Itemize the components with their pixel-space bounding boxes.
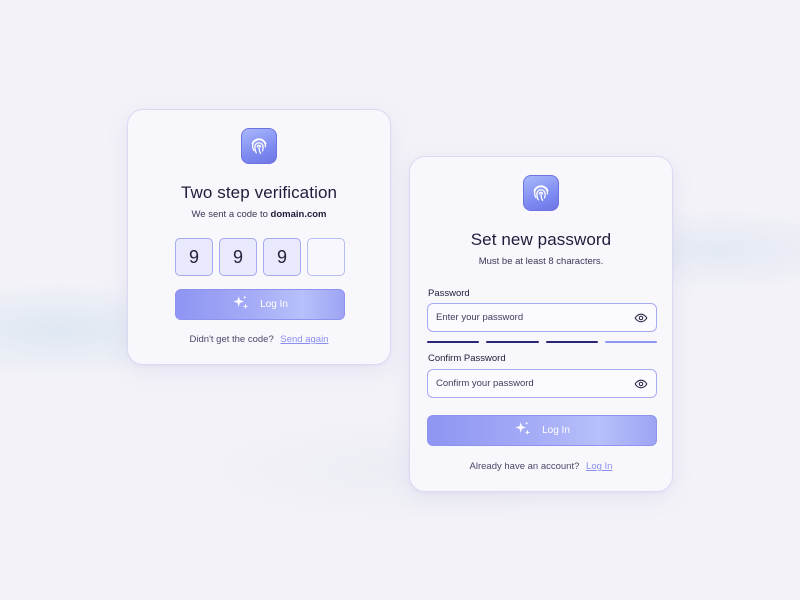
log-in-button-label: Log In: [542, 425, 570, 436]
eye-icon[interactable]: [634, 377, 648, 391]
background: [0, 0, 800, 600]
resend-text: Didn't get the code?: [189, 334, 274, 345]
password-requirement: Must be at least 8 characters.: [478, 256, 604, 267]
send-again-link[interactable]: Send again: [280, 334, 328, 345]
confirm-password-label: Confirm Password: [428, 353, 506, 364]
log-in-link[interactable]: Log In: [586, 461, 612, 472]
sparkle-icon: [232, 294, 250, 315]
subtitle-domain: domain.com: [270, 209, 327, 220]
verification-subtitle: We sent a code to domain.com: [128, 209, 390, 220]
code-digit-4[interactable]: [307, 238, 345, 276]
log-in-button[interactable]: Log In: [175, 289, 345, 320]
login-footer: Already have an account? Log In: [410, 461, 672, 472]
log-in-button[interactable]: Log In: [427, 415, 657, 446]
set-new-password-card: Set new password Must be at least 8 char…: [409, 156, 673, 492]
code-digit-2[interactable]: 9: [219, 238, 257, 276]
code-digit-3[interactable]: 9: [263, 238, 301, 276]
log-in-button-label: Log In: [260, 299, 288, 310]
confirm-password-input[interactable]: [436, 378, 634, 389]
code-digit-1[interactable]: 9: [175, 238, 213, 276]
password-input[interactable]: [436, 312, 634, 323]
fingerprint-icon: [241, 128, 277, 164]
account-text: Already have an account?: [469, 461, 580, 472]
two-step-verification-card: Two step verification We sent a code to …: [127, 109, 391, 365]
strength-segment: [486, 341, 539, 343]
fingerprint-icon: [523, 175, 559, 211]
code-input-group: 9 9 9: [175, 238, 345, 276]
password-label: Password: [428, 288, 470, 299]
strength-segment: [604, 341, 657, 343]
sparkle-icon: [514, 420, 532, 441]
resend-footer: Didn't get the code? Send again: [128, 334, 390, 345]
page-title: Two step verification: [180, 183, 338, 202]
eye-icon[interactable]: [634, 311, 648, 325]
strength-segment: [427, 341, 480, 343]
strength-segment: [545, 341, 598, 343]
password-strength-meter: [427, 341, 657, 343]
password-field: [427, 303, 657, 332]
page-title: Set new password: [470, 230, 612, 249]
subtitle-text: We sent a code to: [191, 209, 268, 220]
confirm-password-field: [427, 369, 657, 398]
